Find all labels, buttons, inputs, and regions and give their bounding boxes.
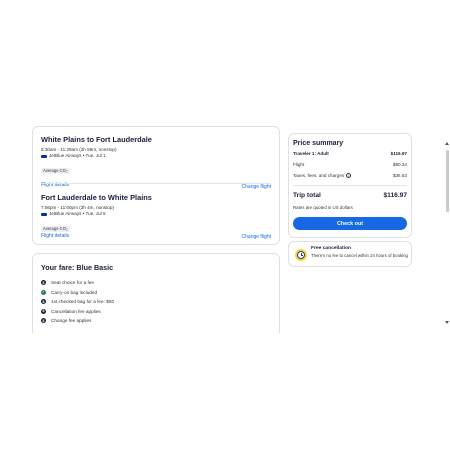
fare-feature-item: ✓ Carry-on bag included [41,288,114,298]
change-flight-link[interactable]: Change flight [242,184,271,190]
cancellation-description: There's no fee to cancel within 24 hours… [311,253,408,258]
fare-feature-label: 1st checked bag for a fee: $50 [51,299,115,305]
dollar-icon: $ [41,308,46,314]
price-summary-card: Price summary Traveler 1: Adult $116.97 … [288,133,412,238]
fare-feature-label: Carry-on bag included [51,289,98,295]
dollar-icon: $ [41,299,46,305]
flight-route-title: White Plains to Fort Lauderdale [41,135,152,144]
trip-total-row: Trip total $116.97 [293,192,407,199]
traveler-value: $116.97 [390,151,407,156]
free-cancellation-card: Free cancellation There's no fee to canc… [288,241,412,267]
scroll-down-arrow-icon[interactable] [445,321,449,324]
flight-price-row: Flight $80.34 [293,162,407,167]
currency-note: Rates are quoted in US dollars [293,205,353,210]
scrollbar-thumb[interactable] [446,150,449,212]
scroll-up-arrow-icon[interactable] [445,142,449,145]
fare-feature-item: $ 1st checked bag for a fee: $50 [41,297,114,307]
flight-divider [41,183,271,184]
fare-feature-label: Cancellation fee applies [51,308,101,314]
price-divider [293,185,407,186]
fare-features-list: $ Seat choice for a fee ✓ Carry-on bag i… [41,278,114,326]
dollar-icon: $ [41,280,46,286]
traveler-price-row: Traveler 1: Adult $116.97 [293,151,407,156]
jetblue-logo-icon [41,212,47,216]
co2-badge: Average CO₂ [41,168,70,174]
clock-icon [295,249,307,261]
flight-airline-row: JetBlue Airways • Tue, Jul 8 [41,211,271,217]
taxes-label: Taxes, fees, and charges [293,173,345,178]
price-summary-title: Price summary [293,140,344,147]
flight-value: $80.34 [392,162,407,167]
flight-airline-date: JetBlue Airways • Tue, Jul 1 [49,153,106,158]
fare-title: Your fare: Blue Basic [41,263,114,272]
flight-airline-date: JetBlue Airways • Tue, Jul 8 [49,211,106,216]
flight-route-title: Fort Lauderdale to White Plains [41,193,152,202]
jetblue-logo-icon [41,154,47,158]
dollar-icon: $ [41,318,46,324]
traveler-label: Traveler 1: Adult [293,151,329,156]
flight-airline-row: JetBlue Airways • Tue, Jul 1 [41,153,271,159]
fare-feature-label: Change fee applies [51,318,92,324]
fare-feature-label: Seat choice for a fee [51,280,94,286]
check-icon: ✓ [41,289,46,295]
fare-card: Your fare: Blue Basic $ Seat choice for … [32,253,280,333]
trip-total-value: $116.97 [383,192,407,199]
co2-badge: Average CO₂ [41,226,70,232]
return-flight: Fort Lauderdale to White Plains 7:56pm -… [41,193,271,240]
flight-label: Flight [293,162,305,167]
taxes-label-group: Taxes, fees, and charges i [293,173,352,178]
taxes-price-row: Taxes, fees, and charges i $36.63 [293,173,407,178]
flight-details-link[interactable]: Flight details [41,233,69,239]
checkout-button[interactable]: Check out [293,217,407,230]
trip-total-label: Trip total [293,192,321,199]
taxes-value: $36.63 [392,173,407,178]
fare-feature-item: $ Change fee applies [41,316,114,326]
change-flight-link[interactable]: Change flight [242,234,271,240]
outbound-flight: White Plains to Fort Lauderdale 8:30am -… [41,135,271,190]
clock-face [297,251,305,259]
fare-feature-item: $ Cancellation fee applies [41,307,114,317]
flights-card: White Plains to Fort Lauderdale 8:30am -… [32,126,280,245]
info-icon[interactable]: i [346,173,352,178]
fare-feature-item: $ Seat choice for a fee [41,278,114,288]
cancellation-title: Free cancellation [311,246,351,251]
